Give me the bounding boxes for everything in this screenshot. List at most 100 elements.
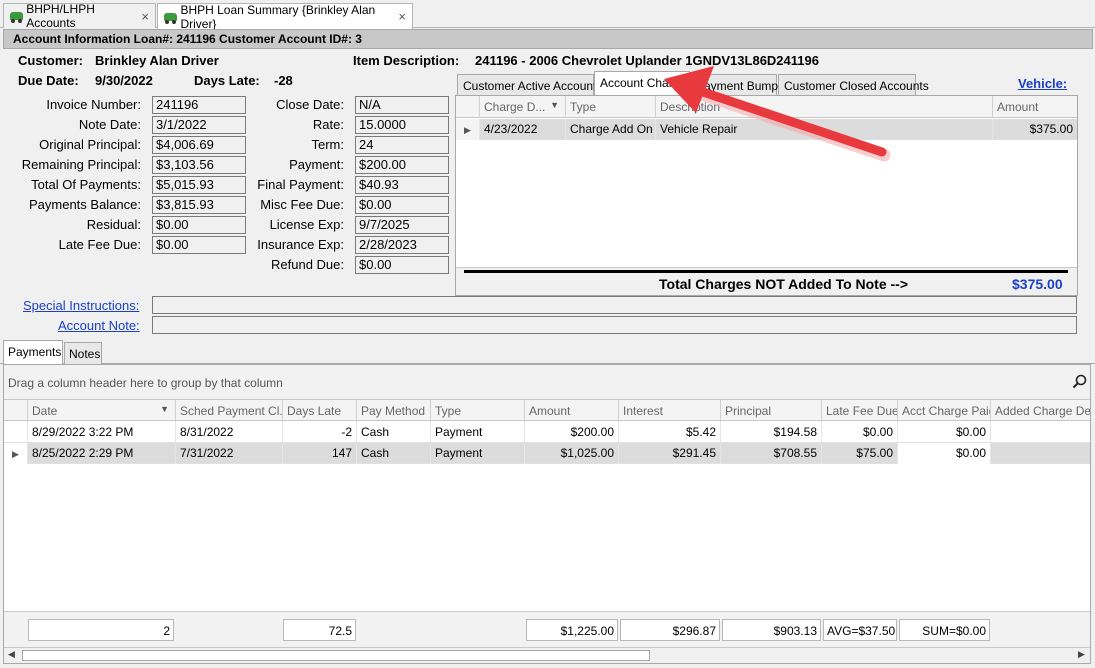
doc-tab-accounts[interactable]: BHPH/LHPH Accounts ×	[3, 2, 156, 30]
note-date-field[interactable]: 3/1/2022	[152, 116, 246, 134]
car-icon	[164, 10, 177, 24]
account-note-field[interactable]	[152, 316, 1077, 334]
principal-cell[interactable]: $194.58	[721, 422, 822, 443]
column-header-amount[interactable]: Amount	[993, 96, 1077, 118]
tab-payment-bumps[interactable]: Payment Bumps	[690, 74, 784, 96]
table-row[interactable]: ▶ 4/23/2022 Charge Add On Vehicle Repair…	[456, 119, 1077, 140]
column-header-pay-method[interactable]: Pay Method	[357, 400, 431, 422]
added-charge-desc-cell[interactable]	[991, 443, 1090, 464]
tab-customer-active-accounts[interactable]: Customer Active Accounts	[457, 74, 602, 96]
row-indicator-header	[456, 96, 480, 118]
payments-balance-field[interactable]: $3,815.93	[152, 196, 246, 214]
column-header-label: Charge D...	[484, 100, 546, 114]
sched-payment-cell[interactable]: 7/31/2022	[176, 443, 283, 464]
payment-type-cell[interactable]: Payment	[431, 422, 525, 443]
search-icon[interactable]	[1072, 374, 1088, 390]
tab-payments[interactable]: Payments	[3, 340, 63, 364]
insurance-exp-field[interactable]: 2/28/2023	[355, 236, 449, 254]
payment-amount-cell[interactable]: $1,025.00	[525, 443, 619, 464]
column-header-amount[interactable]: Amount	[525, 400, 619, 422]
payment-date-cell[interactable]: 8/29/2022 3:22 PM	[28, 422, 176, 443]
table-row[interactable]: ▶ 8/25/2022 2:29 PM 7/31/2022 147 Cash P…	[4, 443, 1090, 464]
remaining-principal-field[interactable]: $3,103.56	[152, 156, 246, 174]
group-by-panel[interactable]: Drag a column header here to group by th…	[4, 365, 1090, 399]
payment-amount-cell[interactable]: $200.00	[525, 422, 619, 443]
principal-cell[interactable]: $708.55	[721, 443, 822, 464]
footer-late-fee-avg: AVG=$37.50	[823, 619, 897, 641]
column-header-charge-date[interactable]: Charge D... ▼	[480, 96, 566, 118]
column-header-acct-charge-paid[interactable]: Acct Charge Paid	[898, 400, 991, 422]
payments-grid-footer: 2 72.5 $1,225.00 $296.87 $903.13 AVG=$37…	[4, 611, 1090, 647]
special-instructions-field[interactable]	[152, 296, 1077, 314]
acct-charge-cell[interactable]: $0.00	[898, 443, 991, 464]
final-payment-field[interactable]: $40.93	[355, 176, 449, 194]
rate-field[interactable]: 15.0000	[355, 116, 449, 134]
doc-tab-loan-summary[interactable]: BHPH Loan Summary {Brinkley Alan Driver}…	[157, 3, 413, 31]
payment-date-cell[interactable]: 8/25/2022 2:29 PM	[28, 443, 176, 464]
invoice-number-label: Invoice Number:	[46, 97, 141, 112]
days-late-cell[interactable]: -2	[283, 422, 357, 443]
close-icon[interactable]: ×	[398, 9, 406, 24]
insurance-exp-label: Insurance Exp:	[257, 237, 344, 252]
row-indicator	[4, 422, 28, 443]
tab-account-charges[interactable]: Account Charges	[594, 71, 692, 96]
vehicle-link[interactable]: Vehicle:	[1018, 76, 1067, 91]
days-late-cell[interactable]: 147	[283, 443, 357, 464]
license-exp-field[interactable]: 9/7/2025	[355, 216, 449, 234]
invoice-number-field[interactable]: 241196	[152, 96, 246, 114]
pay-method-cell[interactable]: Cash	[357, 422, 431, 443]
sched-payment-cell[interactable]: 8/31/2022	[176, 422, 283, 443]
column-header-added-charge-desc[interactable]: Added Charge Desc	[991, 400, 1090, 422]
late-fee-cell[interactable]: $75.00	[822, 443, 898, 464]
payment-label: Payment:	[289, 157, 344, 172]
payment-field[interactable]: $200.00	[355, 156, 449, 174]
customer-label: Customer:	[18, 53, 84, 68]
scrollbar-thumb[interactable]	[22, 650, 650, 661]
charge-date-cell[interactable]: 4/23/2022	[480, 119, 566, 140]
charge-amount-cell[interactable]: $375.00	[993, 119, 1077, 140]
total-separator	[464, 270, 1068, 273]
special-instructions-link[interactable]: Special Instructions:	[23, 298, 139, 313]
charge-description-cell[interactable]: Vehicle Repair	[656, 119, 993, 140]
footer-count: 2	[28, 619, 174, 641]
horizontal-scrollbar[interactable]: ◀ ▶	[4, 647, 1090, 663]
note-date-label: Note Date:	[78, 117, 141, 132]
column-header-days-late[interactable]: Days Late	[283, 400, 357, 422]
scroll-right-icon[interactable]: ▶	[1078, 649, 1085, 660]
column-header-principal[interactable]: Principal	[721, 400, 822, 422]
charge-type-cell[interactable]: Charge Add On	[566, 119, 656, 140]
late-fee-cell[interactable]: $0.00	[822, 422, 898, 443]
payment-type-cell[interactable]: Payment	[431, 443, 525, 464]
original-principal-field[interactable]: $4,006.69	[152, 136, 246, 154]
scroll-left-icon[interactable]: ◀	[8, 649, 15, 660]
term-field[interactable]: 24	[355, 136, 449, 154]
row-indicator-icon: ▶	[4, 443, 28, 464]
term-label: Term:	[311, 137, 345, 152]
customer-value: Brinkley Alan Driver	[95, 53, 219, 68]
added-charge-desc-cell[interactable]	[991, 422, 1090, 443]
license-exp-label: License Exp:	[269, 217, 344, 232]
total-of-payments-field[interactable]: $5,015.93	[152, 176, 246, 194]
tab-notes[interactable]: Notes	[64, 342, 102, 364]
column-header-description[interactable]: Description	[656, 96, 993, 118]
misc-fee-due-field[interactable]: $0.00	[355, 196, 449, 214]
interest-cell[interactable]: $5.42	[619, 422, 721, 443]
late-fee-due-field[interactable]: $0.00	[152, 236, 246, 254]
column-header-sched-payment[interactable]: Sched Payment Cl...	[176, 400, 283, 422]
residual-field[interactable]: $0.00	[152, 216, 246, 234]
close-icon[interactable]: ×	[141, 9, 149, 24]
acct-charge-cell[interactable]: $0.00	[898, 422, 991, 443]
table-row[interactable]: 8/29/2022 3:22 PM 8/31/2022 -2 Cash Paym…	[4, 422, 1090, 443]
column-header-late-fee-due[interactable]: Late Fee Due	[822, 400, 898, 422]
account-note-link[interactable]: Account Note:	[58, 318, 140, 333]
column-header-type[interactable]: Type	[566, 96, 656, 118]
late-fee-due-label: Late Fee Due:	[58, 237, 141, 252]
column-header-type[interactable]: Type	[431, 400, 525, 422]
interest-cell[interactable]: $291.45	[619, 443, 721, 464]
pay-method-cell[interactable]: Cash	[357, 443, 431, 464]
column-header-date[interactable]: Date ▼	[28, 400, 176, 422]
column-header-interest[interactable]: Interest	[619, 400, 721, 422]
tab-customer-closed-accounts[interactable]: Customer Closed Accounts	[778, 74, 929, 96]
refund-due-field[interactable]: $0.00	[355, 256, 449, 274]
close-date-field[interactable]: N/A	[355, 96, 449, 114]
